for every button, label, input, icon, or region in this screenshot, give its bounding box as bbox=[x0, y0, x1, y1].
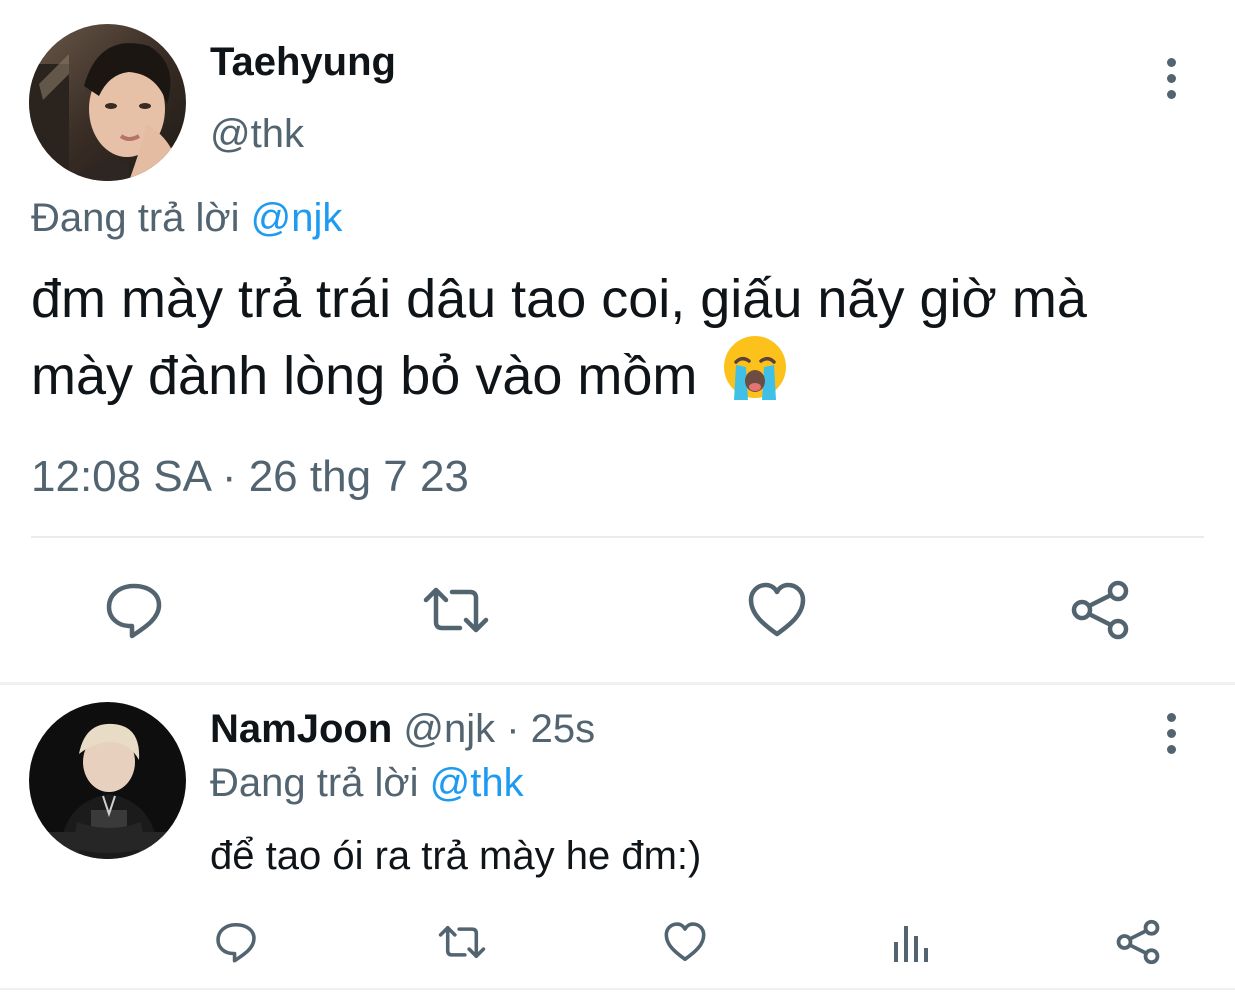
like-icon[interactable] bbox=[745, 580, 809, 640]
tweet-text: để tao ói ra trả mày he đm:) bbox=[210, 834, 702, 878]
more-options-icon[interactable] bbox=[1164, 713, 1178, 754]
author-avatar[interactable] bbox=[29, 702, 186, 859]
replying-to-line: Đang trả lời @njk bbox=[31, 194, 342, 242]
share-icon[interactable] bbox=[1068, 578, 1132, 642]
reply-icon[interactable] bbox=[213, 920, 259, 964]
divider bbox=[31, 536, 1204, 538]
replying-prefix: Đang trả lời bbox=[210, 761, 419, 805]
retweet-icon[interactable] bbox=[420, 582, 492, 638]
time-ago[interactable]: · 25s bbox=[506, 707, 595, 751]
timestamp[interactable]: 12:08 SA · 26 thg 7 23 bbox=[31, 450, 469, 504]
tweet-text-line: mày đành lòng bỏ vào mồm bbox=[31, 346, 698, 406]
more-options-icon[interactable] bbox=[1164, 58, 1178, 99]
author-handle[interactable]: @thk bbox=[210, 110, 304, 158]
like-icon[interactable] bbox=[662, 920, 708, 964]
reply-header: NamJoon @njk · 25s bbox=[210, 703, 595, 755]
share-icon[interactable] bbox=[1114, 918, 1162, 966]
author-name[interactable]: NamJoon bbox=[210, 707, 392, 751]
author-handle[interactable]: @njk bbox=[403, 707, 495, 751]
author-name[interactable]: Taehyung bbox=[210, 38, 396, 86]
analytics-icon[interactable] bbox=[890, 920, 932, 964]
retweet-icon[interactable] bbox=[436, 922, 488, 962]
replying-to-line: Đang trả lời @thk bbox=[210, 757, 524, 809]
replying-to-mention[interactable]: @thk bbox=[430, 761, 524, 805]
reply-icon[interactable] bbox=[102, 580, 166, 640]
replying-to-mention[interactable]: @njk bbox=[251, 196, 343, 240]
tweet-text: đm mày trả trái dâu tao coi, giấu nãy gi… bbox=[31, 264, 1087, 417]
tweet-separator bbox=[0, 682, 1235, 685]
crying-face-emoji bbox=[722, 334, 788, 417]
tweet-text-line: đm mày trả trái dâu tao coi, giấu nãy gi… bbox=[31, 269, 1087, 329]
author-avatar[interactable] bbox=[29, 24, 186, 181]
replying-prefix: Đang trả lời bbox=[31, 196, 240, 240]
bottom-separator bbox=[0, 988, 1235, 990]
